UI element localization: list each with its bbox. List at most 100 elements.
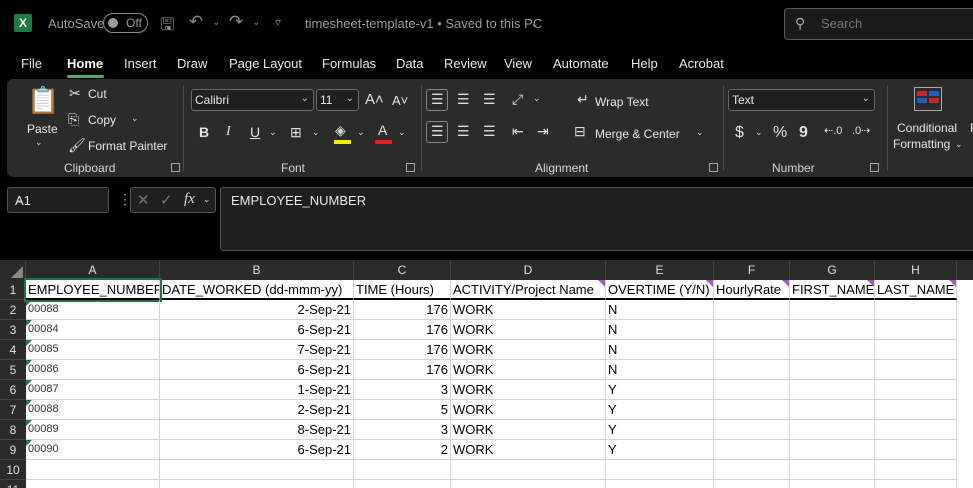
table-cell[interactable]	[790, 300, 875, 320]
table-cell[interactable]: Y	[606, 380, 714, 400]
tab-file[interactable]: File	[21, 56, 42, 71]
tab-insert[interactable]: Insert	[124, 56, 157, 71]
tab-page-layout[interactable]: Page Layout	[229, 56, 302, 71]
bottom-align-icon[interactable]: ☰	[483, 91, 496, 108]
clipboard-launcher-icon[interactable]	[171, 163, 180, 172]
comma-style-button[interactable]: 9	[799, 124, 808, 142]
number-launcher-icon[interactable]	[870, 163, 879, 172]
table-cell[interactable]: 3	[354, 420, 451, 440]
table-cell[interactable]: 2-Sep-21	[160, 400, 354, 420]
copy-button[interactable]: Copy	[88, 113, 116, 127]
underline-button[interactable]: U	[250, 124, 260, 140]
table-cell[interactable]: 8-Sep-21	[160, 420, 354, 440]
table-cell[interactable]: 00089	[26, 420, 160, 440]
name-box[interactable]: A1 ⌄	[7, 187, 109, 213]
table-cell[interactable]	[875, 440, 957, 460]
table-cell[interactable]	[714, 320, 790, 340]
percent-button[interactable]: %	[773, 124, 787, 142]
header-cell[interactable]: FIRST_NAME	[790, 280, 875, 300]
table-cell[interactable]	[714, 300, 790, 320]
align-center-icon[interactable]: ☰	[457, 123, 470, 140]
table-cell[interactable]: 176	[354, 340, 451, 360]
font-launcher-icon[interactable]	[406, 163, 415, 172]
table-cell[interactable]	[714, 360, 790, 380]
table-cell[interactable]: WORK	[451, 320, 606, 340]
table-cell[interactable]	[790, 460, 875, 480]
table-cell[interactable]	[714, 440, 790, 460]
copy-dropdown-icon[interactable]: ⌄	[131, 113, 139, 124]
table-cell[interactable]: 6-Sep-21	[160, 320, 354, 340]
table-cell[interactable]	[875, 400, 957, 420]
table-cell[interactable]	[714, 340, 790, 360]
orientation-icon[interactable]: ⤢	[512, 91, 523, 108]
column-header-b[interactable]: B	[160, 260, 354, 280]
increase-indent-icon[interactable]: ⇥	[537, 123, 549, 140]
align-left-icon[interactable]: ☰	[431, 123, 444, 140]
borders-icon[interactable]: ⊞	[290, 124, 302, 141]
row-header-8[interactable]: 8	[0, 420, 26, 440]
tab-help[interactable]: Help	[631, 56, 658, 71]
table-cell[interactable]: 176	[354, 300, 451, 320]
cancel-icon[interactable]: ✕	[137, 191, 150, 209]
currency-dropdown-icon[interactable]: ⌄	[755, 127, 763, 138]
top-align-icon[interactable]: ☰	[431, 91, 444, 108]
chevron-down-icon[interactable]: ⌄	[203, 194, 211, 205]
font-color-dropdown-icon[interactable]: ⌄	[398, 127, 406, 138]
undo-icon[interactable]: ↶	[189, 12, 203, 32]
table-cell[interactable]	[714, 400, 790, 420]
table-cell[interactable]: 00086	[26, 360, 160, 380]
paste-dropdown-icon[interactable]: ⌄	[35, 137, 43, 148]
tab-draw[interactable]: Draw	[177, 56, 207, 71]
column-header-g[interactable]: G	[790, 260, 875, 280]
table-cell[interactable]: 1-Sep-21	[160, 380, 354, 400]
table-cell[interactable]	[875, 360, 957, 380]
enter-icon[interactable]: ✓	[160, 191, 173, 209]
table-cell[interactable]	[790, 440, 875, 460]
redo-icon[interactable]: ↷	[229, 12, 243, 32]
table-cell[interactable]	[26, 480, 160, 488]
italic-button[interactable]: I	[226, 124, 231, 140]
tab-data[interactable]: Data	[396, 56, 423, 71]
insert-function-icon[interactable]: fx	[184, 191, 195, 208]
table-cell[interactable]	[790, 360, 875, 380]
tab-formulas[interactable]: Formulas	[322, 56, 376, 71]
table-cell[interactable]: 00090	[26, 440, 160, 460]
row-header-11[interactable]: 11	[0, 480, 26, 488]
undo-dropdown-icon[interactable]: ⌄	[212, 17, 220, 28]
table-cell[interactable]: 00088	[26, 400, 160, 420]
column-header-d[interactable]: D	[451, 260, 606, 280]
table-cell[interactable]	[451, 480, 606, 488]
row-header-3[interactable]: 3	[0, 320, 26, 340]
table-cell[interactable]: N	[606, 320, 714, 340]
column-header-c[interactable]: C	[354, 260, 451, 280]
search-input[interactable]	[821, 16, 941, 31]
table-cell[interactable]: Y	[606, 400, 714, 420]
merge-center-button[interactable]: Merge & Center	[595, 127, 680, 141]
row-header-1[interactable]: 1	[0, 280, 26, 300]
table-cell[interactable]	[875, 380, 957, 400]
table-cell[interactable]: 176	[354, 360, 451, 380]
table-cell[interactable]	[160, 480, 354, 488]
conditional-formatting-dropdown-icon[interactable]: ⌄	[955, 139, 963, 150]
table-cell[interactable]: N	[606, 360, 714, 380]
tab-home[interactable]: Home	[67, 56, 103, 71]
cut-button[interactable]: Cut	[88, 87, 107, 101]
tab-automate[interactable]: Automate	[553, 56, 609, 71]
row-header-6[interactable]: 6	[0, 380, 26, 400]
table-cell[interactable]: 6-Sep-21	[160, 440, 354, 460]
table-cell[interactable]: N	[606, 300, 714, 320]
table-cell[interactable]: 00084	[26, 320, 160, 340]
underline-dropdown-icon[interactable]: ⌄	[269, 127, 277, 138]
select-all-corner[interactable]	[0, 260, 26, 280]
document-title[interactable]: timesheet-template-v1 • Saved to this PC	[305, 16, 542, 31]
merge-dropdown-icon[interactable]: ⌄	[696, 127, 704, 138]
font-name-select[interactable]: Calibri ⌄	[191, 89, 314, 111]
number-format-select[interactable]: Text ⌄	[728, 89, 875, 111]
table-cell[interactable]: WORK	[451, 340, 606, 360]
format-painter-button[interactable]: Format Painter	[88, 139, 167, 153]
conditional-formatting-label-2[interactable]: Formatting	[893, 137, 950, 151]
table-cell[interactable]	[160, 460, 354, 480]
paste-button[interactable]: Paste	[27, 122, 58, 136]
decrease-font-size-icon[interactable]: A˅	[392, 93, 408, 108]
borders-dropdown-icon[interactable]: ⌄	[312, 127, 320, 138]
